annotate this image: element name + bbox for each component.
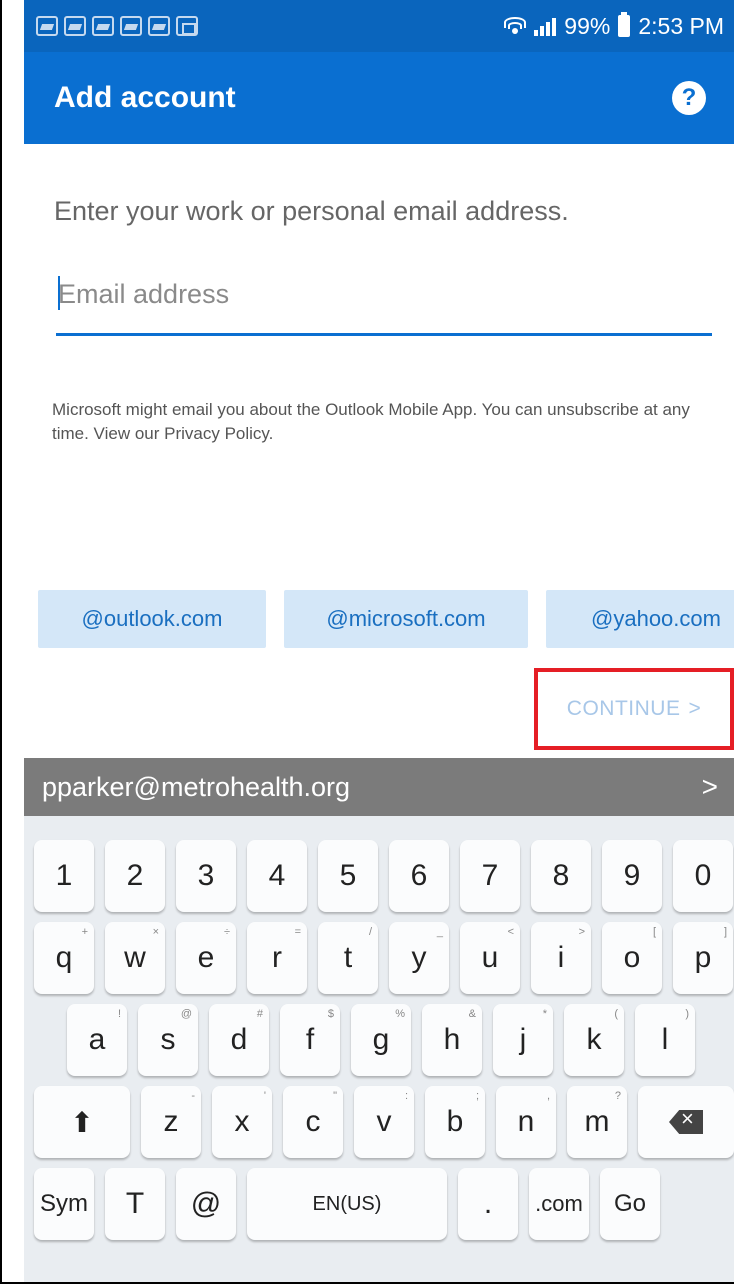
signal-icon [534, 16, 557, 36]
key-i[interactable]: > i [531, 922, 591, 994]
text-tool-key[interactable]: T [105, 1168, 165, 1240]
keyboard-suggestion-bar[interactable]: pparker@metrohealth.org > [24, 758, 734, 816]
phone-screen: 99% 2:53 PM Add account ? Enter your wor… [24, 0, 734, 1282]
keyboard-q-row: + q × w ÷ e = r / t _ y < u > i [o ] p [34, 922, 733, 994]
gallery-icon [176, 16, 198, 36]
keyboard-a-row: ! a @ s # d $ f % g & h * j (k ) l [67, 1004, 695, 1076]
page-title: Add account [54, 81, 236, 114]
clock: 2:53 PM [638, 12, 724, 39]
notification-icon [64, 16, 86, 36]
email-prompt: Enter your work or personal email addres… [54, 196, 569, 226]
key-b[interactable]: ; b [425, 1086, 485, 1158]
key-g[interactable]: % g [351, 1004, 411, 1076]
key-h[interactable]: & h [422, 1004, 482, 1076]
key-r[interactable]: = r [247, 922, 307, 994]
shift-key[interactable]: ⬆ [34, 1086, 130, 1158]
key-u[interactable]: < u [460, 922, 520, 994]
email-field[interactable] [56, 266, 712, 336]
battery-icon [618, 12, 631, 37]
status-bar: 99% 2:53 PM [24, 0, 734, 52]
go-key[interactable]: Go [600, 1168, 660, 1240]
app-bar: Add account ? [24, 52, 734, 144]
screenshot-frame: 99% 2:53 PM Add account ? Enter your wor… [0, 0, 734, 1284]
key-k[interactable]: (k [564, 1004, 624, 1076]
space-key[interactable]: EN(US) [247, 1168, 447, 1240]
key-1[interactable]: 1 [34, 840, 94, 912]
notification-icon [120, 16, 142, 36]
chevron-right-icon: > [688, 697, 702, 720]
key-l[interactable]: ) l [635, 1004, 695, 1076]
help-icon[interactable]: ? [672, 81, 706, 115]
backspace-key[interactable] [638, 1086, 734, 1158]
at-key[interactable]: @ [176, 1168, 236, 1240]
key-0[interactable]: 0 [673, 840, 733, 912]
domain-suggestions: @outlook.com @microsoft.com @yahoo.com [38, 590, 734, 648]
key-z[interactable]: -z [141, 1086, 201, 1158]
privacy-disclaimer: Microsoft might email you about the Outl… [52, 400, 690, 443]
key-x[interactable]: ' x [212, 1086, 272, 1158]
key-f[interactable]: $ f [280, 1004, 340, 1076]
key-o[interactable]: [o [602, 922, 662, 994]
key-2[interactable]: 2 [105, 840, 165, 912]
key-p[interactable]: ] p [673, 922, 733, 994]
wifi-icon [504, 15, 527, 37]
notification-icon [148, 16, 170, 36]
email-suggestion[interactable]: pparker@metrohealth.org [42, 772, 350, 803]
domain-chip-microsoft[interactable]: @microsoft.com [284, 590, 528, 648]
key-9[interactable]: 9 [602, 840, 662, 912]
key-c[interactable]: " c [283, 1086, 343, 1158]
key-7[interactable]: 7 [460, 840, 520, 912]
key-j[interactable]: * j [493, 1004, 553, 1076]
notification-icon [92, 16, 114, 36]
key-d[interactable]: # d [209, 1004, 269, 1076]
notification-icon [36, 16, 58, 36]
continue-button[interactable]: CONTINUE > [538, 672, 730, 746]
key-e[interactable]: ÷ e [176, 922, 236, 994]
email-input[interactable] [56, 274, 712, 314]
sym-key[interactable]: Sym [34, 1168, 94, 1240]
continue-highlight-box: CONTINUE > [534, 668, 734, 750]
text-tool-icon: T [125, 1187, 145, 1220]
key-n[interactable]: ,n [496, 1086, 556, 1158]
domain-chip-yahoo[interactable]: @yahoo.com [546, 590, 734, 648]
status-right: 99% 2:53 PM [504, 12, 724, 40]
key-t[interactable]: / t [318, 922, 378, 994]
keyboard-z-row: ⬆ -z ' x " c :v ; b ,n ? m [34, 1086, 734, 1158]
domain-chip-outlook[interactable]: @outlook.com [38, 590, 266, 648]
key-a[interactable]: ! a [67, 1004, 127, 1076]
key-6[interactable]: 6 [389, 840, 449, 912]
dotcom-key[interactable]: .com [529, 1168, 589, 1240]
continue-label: CONTINUE [566, 697, 681, 720]
key-4[interactable]: 4 [247, 840, 307, 912]
chevron-right-icon[interactable]: > [702, 771, 718, 803]
key-m[interactable]: ? m [567, 1086, 627, 1158]
notification-icons [36, 16, 198, 36]
key-y[interactable]: _ y [389, 922, 449, 994]
key-v[interactable]: :v [354, 1086, 414, 1158]
key-s[interactable]: @ s [138, 1004, 198, 1076]
key-q[interactable]: + q [34, 922, 94, 994]
key-w[interactable]: × w [105, 922, 165, 994]
on-screen-keyboard: pparker@metrohealth.org > 1 2 3 4 5 6 7 … [24, 758, 734, 1282]
key-3[interactable]: 3 [176, 840, 236, 912]
battery-percent: 99% [564, 12, 611, 39]
period-key[interactable]: . [458, 1168, 518, 1240]
keyboard-bottom-row: Sym T @ EN(US) . .com Go [34, 1168, 660, 1240]
key-8[interactable]: 8 [531, 840, 591, 912]
keyboard-number-row: 1 2 3 4 5 6 7 8 9 0 [34, 840, 733, 912]
backspace-icon [669, 1110, 703, 1134]
key-5[interactable]: 5 [318, 840, 378, 912]
shift-arrow-icon: ⬆ [70, 1106, 94, 1138]
